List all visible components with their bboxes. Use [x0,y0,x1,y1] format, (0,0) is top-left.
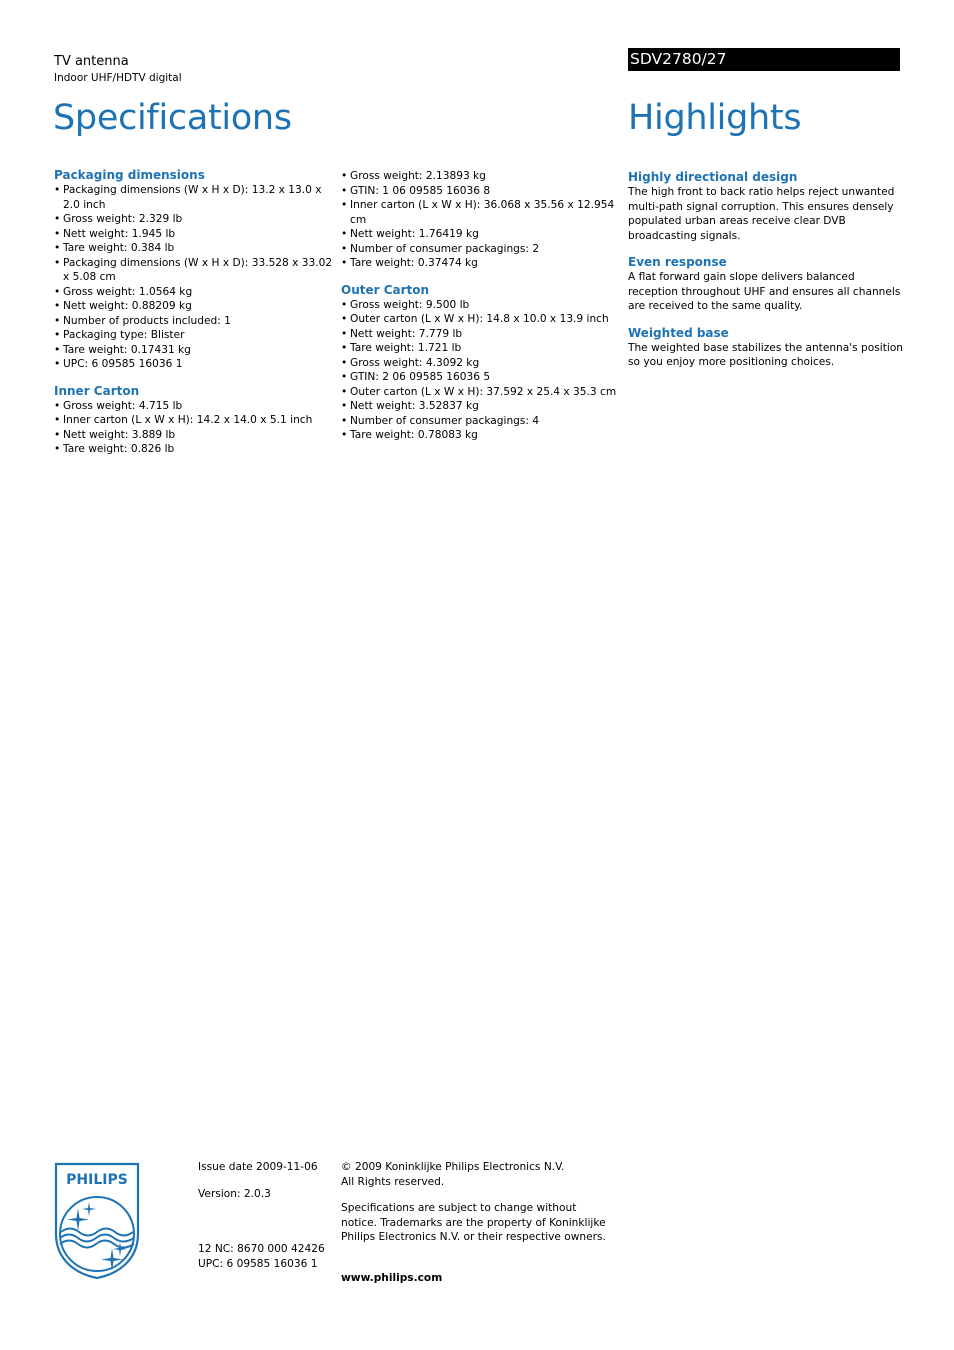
highlight-title: Highly directional design [628,170,798,184]
spec-item: Tare weight: 0.826 lb [54,442,334,457]
model-number-bar: SDV2780/27 [628,48,900,71]
spec-item: Number of products included: 1 [54,314,334,329]
spec-item: Nett weight: 0.88209 kg [54,299,334,314]
product-subtitle: Indoor UHF/HDTV digital [54,72,182,84]
spec-item: Gross weight: 9.500 lb [341,298,626,313]
legal-notice: Specifications are subject to change wit… [341,1202,606,1243]
spec-list: Gross weight: 2.13893 kgGTIN: 1 06 09585… [341,169,626,271]
spec-item: Nett weight: 3.52837 kg [341,399,626,414]
spec-item: Nett weight: 7.779 lb [341,327,626,342]
spec-section-title: Packaging dimensions [54,168,205,182]
highlight-item: Highly directional design The high front … [628,170,903,243]
highlight-text: A flat forward gain slope delivers balan… [628,271,901,312]
spec-item: Nett weight: 1.945 lb [54,227,334,242]
specs-column-1: Packaging dimensionsPackaging dimensions… [54,168,334,469]
logo-wordmark: PHILIPS [66,1172,128,1188]
spec-item: GTIN: 2 06 09585 16036 5 [341,370,626,385]
specs-column-2: Gross weight: 2.13893 kgGTIN: 1 06 09585… [341,169,626,455]
highlight-item: Even response A flat forward gain slope d… [628,255,903,314]
footer-meta: Issue date 2009-11-06 Version: 2.0.3 12 … [198,1160,338,1271]
philips-shield-icon: PHILIPS [54,1162,140,1280]
highlight-title: Weighted base [628,325,729,340]
highlight-text: The weighted base stabilizes the antenna… [628,341,904,369]
spec-item: Outer carton (L x W x H): 37.592 x 25.4 … [341,385,626,400]
spec-item: Tare weight: 1.721 lb [341,341,626,356]
spec-section: Inner CartonGross weight: 4.715 lbInner … [54,384,334,457]
spec-item: Packaging dimensions (W x H x D): 13.2 x… [54,183,334,212]
spec-list: Packaging dimensions (W x H x D): 13.2 x… [54,183,334,372]
spec-item: Nett weight: 3.889 lb [54,428,334,443]
spec-section-title: Outer Carton [341,282,430,297]
product-name: TV antenna [54,54,129,69]
highlights-title: Highlights [628,98,802,138]
spec-item: Packaging dimensions (W x H x D): 33.528… [54,256,334,285]
spec-item: Tare weight: 0.384 lb [54,241,334,256]
spec-item: Inner carton (L x W x H): 36.068 x 35.56… [341,198,626,227]
spec-item: Gross weight: 1.0564 kg [54,285,334,300]
spec-section: Gross weight: 2.13893 kgGTIN: 1 06 09585… [341,169,626,271]
spec-section: Outer CartonGross weight: 9.500 lbOuter … [341,283,626,443]
issue-date: Issue date 2009-11-06 [198,1161,318,1173]
spec-item: Tare weight: 0.78083 kg [341,428,626,443]
footer-legal: © 2009 Koninklijke Philips Electronics N… [341,1160,611,1285]
spec-section-title: Inner Carton [54,383,140,398]
spec-item: Gross weight: 4.3092 kg [341,356,626,371]
upc-number: UPC: 6 09585 16036 1 [198,1257,318,1270]
spec-item: Gross weight: 4.715 lb [54,399,334,414]
philips-shield-logo: PHILIPS [54,1162,140,1280]
spec-section: Packaging dimensionsPackaging dimensions… [54,168,334,372]
spec-list: Gross weight: 9.500 lbOuter carton (L x … [341,298,626,443]
spec-item: Number of consumer packagings: 4 [341,414,626,429]
spec-item: Nett weight: 1.76419 kg [341,227,626,242]
spec-item: Gross weight: 2.329 lb [54,212,334,227]
spec-item: Tare weight: 0.37474 kg [341,256,626,271]
spec-item: GTIN: 1 06 09585 16036 8 [341,184,626,199]
spec-item: Packaging type: Blister [54,328,334,343]
version: Version: 2.0.3 [198,1187,271,1200]
website-link[interactable]: www.philips.com [341,1271,611,1286]
spec-item: Outer carton (L x W x H): 14.8 x 10.0 x … [341,312,626,327]
highlights-column: Highly directional design The high front … [628,170,903,382]
nc-number: 12 NC: 8670 000 42426 [198,1243,325,1255]
spec-item: Inner carton (L x W x H): 14.2 x 14.0 x … [54,413,334,428]
highlight-title: Even response [628,255,727,269]
rights-reserved: All Rights reserved. [341,1175,445,1188]
specifications-title: Specifications [53,98,292,138]
highlight-text: The high front to back ratio helps rejec… [628,186,895,242]
spec-item: Tare weight: 0.17431 kg [54,343,334,358]
spec-item: Gross weight: 2.13893 kg [341,169,626,184]
copyright: © 2009 Koninklijke Philips Electronics N… [341,1161,565,1173]
spec-item: Number of consumer packagings: 2 [341,242,626,257]
highlight-item: Weighted base The weighted base stabilize… [628,326,903,370]
spec-item: UPC: 6 09585 16036 1 [54,357,334,372]
spec-list: Gross weight: 4.715 lbInner carton (L x … [54,399,334,457]
